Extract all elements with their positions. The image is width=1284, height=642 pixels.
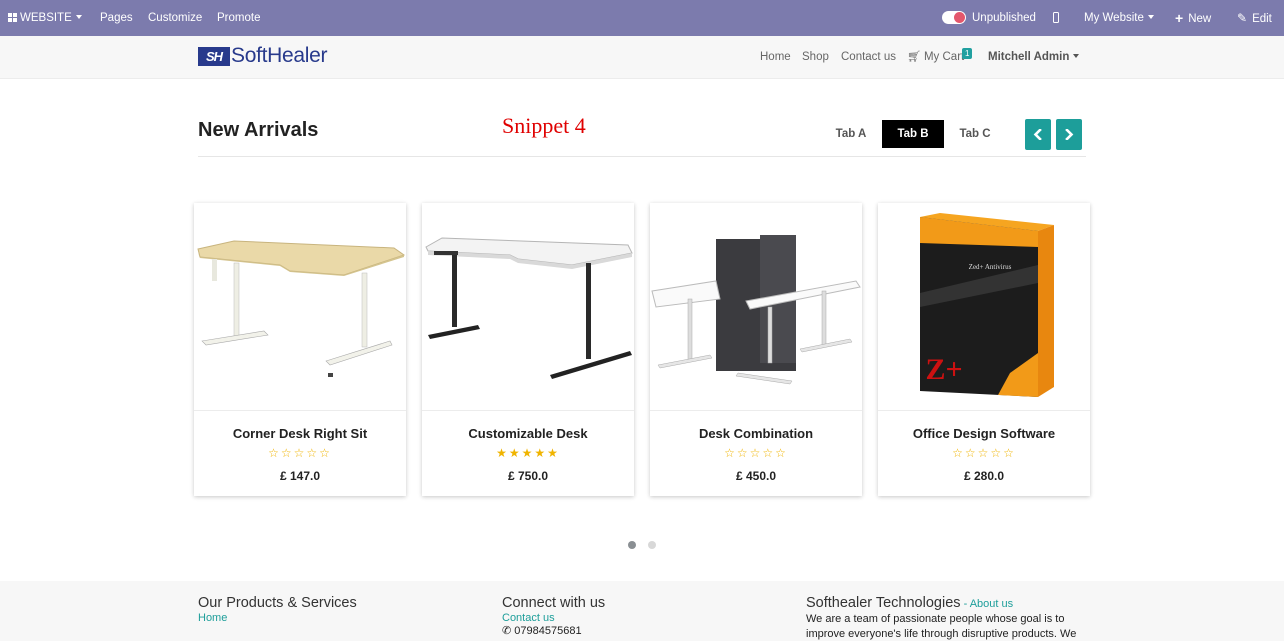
- product-name[interactable]: Corner Desk Right Sit: [194, 426, 406, 441]
- pencil-icon: ✎: [1237, 11, 1248, 25]
- nav-my-cart[interactable]: 🛒︎ My Cart 1: [907, 36, 977, 79]
- admin-top-bar: WEBSITE Pages Customize Promote Unpublis…: [0, 0, 1284, 36]
- product-card[interactable]: Desk Combination ☆☆☆☆☆ £ 450.0: [650, 203, 862, 496]
- product-image-desk-combination[interactable]: [650, 203, 862, 411]
- footer-heading: Connect with us: [502, 595, 606, 611]
- product-card[interactable]: Customizable Desk ★★★★★ £ 750.0: [422, 203, 634, 496]
- footer-connect-column: Connect with us Contact us ✆ 07984575681: [502, 595, 605, 639]
- svg-text:Z+: Z+: [925, 353, 962, 386]
- site-header: SH SoftHealer Home Shop Contact us 🛒︎ My …: [0, 36, 1284, 79]
- footer-heading: Softhealer Technologies - About us: [806, 595, 1014, 611]
- nav-shop[interactable]: Shop: [802, 36, 829, 79]
- tab-c[interactable]: Tab C: [950, 120, 1000, 148]
- toggle-switch-icon: [942, 11, 966, 24]
- footer: Our Products & Services Home Connect wit…: [0, 581, 1284, 641]
- carousel-dot-2[interactable]: [648, 541, 656, 549]
- logo-mark: SH: [198, 46, 230, 66]
- product-name[interactable]: Desk Combination: [650, 426, 862, 441]
- chevron-left-icon: [1033, 129, 1042, 140]
- footer-about-column: Softhealer Technologies - About us We ar…: [806, 595, 1096, 642]
- publish-toggle[interactable]: Unpublished: [942, 0, 1036, 36]
- product-card[interactable]: Corner Desk Right Sit ☆☆☆☆☆ £ 147.0: [194, 203, 406, 496]
- product-image-office-design-software[interactable]: Zed+ Antivirus Z+: [878, 203, 1090, 411]
- footer-link-home[interactable]: Home: [198, 612, 357, 624]
- cart-icon: 🛒︎: [907, 51, 921, 63]
- footer-about-text: We are a team of passionate people whose…: [806, 613, 1065, 625]
- plus-icon: +: [1175, 10, 1184, 26]
- site-logo[interactable]: SH SoftHealer: [198, 44, 328, 67]
- product-price: £ 147.0: [279, 469, 321, 483]
- edit-button[interactable]: ✎ Edit: [1237, 0, 1272, 36]
- product-name[interactable]: Customizable Desk: [422, 426, 634, 441]
- snippet-label: Snippet 4: [502, 113, 586, 138]
- svg-text:Zed+ Antivirus: Zed+ Antivirus: [969, 263, 1012, 271]
- apps-grid-icon: [8, 13, 17, 22]
- product-card[interactable]: Zed+ Antivirus Z+ Office Design Software…: [878, 203, 1090, 496]
- footer-about-text: improve everyone's life through disrupti…: [806, 628, 1077, 640]
- new-button[interactable]: + New: [1175, 0, 1211, 36]
- nav-home[interactable]: Home: [760, 36, 791, 79]
- product-image-corner-desk[interactable]: [194, 203, 406, 411]
- chevron-right-icon: [1065, 129, 1074, 140]
- carousel-next-button[interactable]: [1056, 119, 1082, 150]
- footer-link-about-us[interactable]: About us: [970, 598, 1013, 610]
- section-divider: [198, 156, 1086, 157]
- footer-link-contact-us[interactable]: Contact us: [502, 612, 605, 624]
- chevron-down-icon: [1147, 15, 1154, 19]
- carousel-dot-1[interactable]: [628, 541, 636, 549]
- customize-menu[interactable]: Customize: [148, 0, 202, 36]
- rating-stars-icon: ★★★★★: [496, 446, 560, 460]
- product-price: £ 750.0: [507, 469, 549, 483]
- footer-products-column: Our Products & Services Home: [198, 595, 357, 624]
- rating-stars-icon: ☆☆☆☆☆: [952, 446, 1016, 460]
- product-name[interactable]: Office Design Software: [878, 426, 1090, 441]
- my-website-menu[interactable]: My Website: [1084, 0, 1154, 36]
- product-price: £ 280.0: [963, 469, 1005, 483]
- website-menu[interactable]: WEBSITE: [8, 0, 82, 36]
- tab-a[interactable]: Tab A: [826, 120, 876, 148]
- mobile-icon: [1053, 12, 1059, 23]
- chevron-down-icon: [75, 15, 82, 19]
- carousel-prev-button[interactable]: [1025, 119, 1051, 150]
- rating-stars-icon: ☆☆☆☆☆: [724, 446, 788, 460]
- tab-b[interactable]: Tab B: [882, 120, 944, 148]
- footer-heading: Our Products & Services: [198, 595, 357, 611]
- footer-phone: ✆ 07984575681: [502, 625, 582, 637]
- mobile-preview-button[interactable]: [1053, 0, 1059, 36]
- phone-icon: ✆: [502, 625, 515, 637]
- promote-menu[interactable]: Promote: [217, 0, 260, 36]
- logo-text: SoftHealer: [231, 44, 328, 67]
- nav-contact-us[interactable]: Contact us: [841, 36, 896, 79]
- product-image-customizable-desk[interactable]: [422, 203, 634, 411]
- product-price: £ 450.0: [735, 469, 777, 483]
- chevron-down-icon: [1073, 54, 1080, 58]
- user-menu[interactable]: Mitchell Admin: [988, 36, 1080, 79]
- cart-count-badge: 1: [962, 48, 973, 59]
- pages-menu[interactable]: Pages: [100, 0, 133, 36]
- rating-stars-icon: ☆☆☆☆☆: [268, 446, 332, 460]
- section-title: New Arrivals: [198, 119, 319, 141]
